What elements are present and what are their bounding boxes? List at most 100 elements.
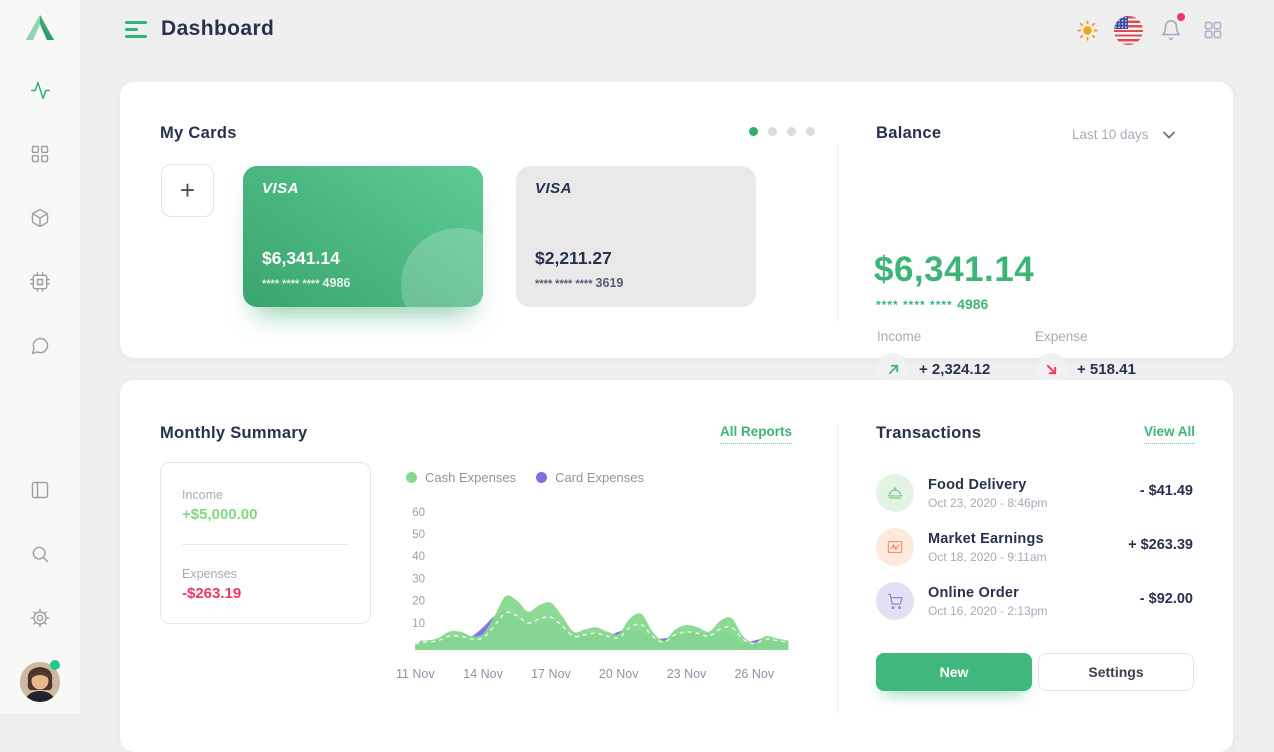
expense-value: + 518.41 <box>1077 361 1136 378</box>
balance-range-select[interactable]: Last 10 days <box>1072 127 1175 142</box>
summary-expenses-label: Expenses <box>182 567 237 581</box>
transaction-amount: - $92.00 <box>1140 591 1193 607</box>
market-earnings-badge <box>876 528 914 566</box>
gear-icon <box>30 608 50 628</box>
sidebar-item-products[interactable] <box>0 198 80 238</box>
svg-text:20: 20 <box>412 596 425 608</box>
transaction-row[interactable]: Online Order Oct 16, 2020 - 2:13pm - $92… <box>876 582 1193 626</box>
page-title: Dashboard <box>161 17 274 41</box>
pager-dot[interactable] <box>806 127 815 136</box>
app-logo[interactable] <box>24 12 56 44</box>
summary-box: Income +$5,000.00 Expenses -$263.19 <box>160 462 371 624</box>
summary-income-value: +$5,000.00 <box>182 506 258 523</box>
cards-balance-panel: My Cards + VISA $6,341.14 **** **** ****… <box>120 82 1233 358</box>
theme-toggle-button[interactable] <box>1076 19 1099 47</box>
sidebar-item-search[interactable] <box>0 534 80 574</box>
monthly-summary-title: Monthly Summary <box>160 424 308 443</box>
transaction-date: Oct 16, 2020 - 2:13pm <box>928 604 1047 618</box>
visa-logo: VISA <box>535 180 737 197</box>
transaction-row[interactable]: Food Delivery Oct 23, 2020 - 8:46pm - $4… <box>876 474 1193 518</box>
sidebar-item-system[interactable] <box>0 262 80 302</box>
summary-transactions-panel: Monthly Summary All Reports Income +$5,0… <box>120 380 1233 752</box>
svg-text:11 Nov: 11 Nov <box>396 667 435 681</box>
activity-icon <box>30 80 51 101</box>
transaction-name: Online Order <box>928 585 1019 601</box>
svg-text:20 Nov: 20 Nov <box>599 667 639 681</box>
notifications-button[interactable] <box>1160 19 1182 46</box>
grid-icon <box>30 144 50 164</box>
transaction-row[interactable]: Market Earnings Oct 18, 2020 - 9:11am + … <box>876 528 1193 572</box>
apps-button[interactable] <box>1203 20 1223 45</box>
transaction-date: Oct 23, 2020 - 8:46pm <box>928 496 1047 510</box>
sidebar-item-dashboard[interactable] <box>0 134 80 174</box>
search-icon <box>30 544 50 564</box>
panel-divider <box>837 144 838 322</box>
cpu-icon <box>30 272 50 292</box>
sidebar-item-messages[interactable] <box>0 326 80 366</box>
divider <box>182 544 349 545</box>
svg-text:14 Nov: 14 Nov <box>463 667 503 681</box>
card-balance: $2,211.27 <box>535 248 612 269</box>
range-label: Last 10 days <box>1072 127 1149 142</box>
pager-dot[interactable] <box>749 127 758 136</box>
svg-text:10: 10 <box>412 618 425 630</box>
online-order-badge <box>876 582 914 620</box>
balance-title: Balance <box>876 124 941 143</box>
visa-logo: VISA <box>262 180 464 197</box>
sidebar-item-settings[interactable] <box>0 598 80 638</box>
notification-dot <box>1177 13 1185 21</box>
svg-text:26 Nov: 26 Nov <box>734 667 774 681</box>
food-delivery-badge <box>876 474 914 512</box>
sidebar <box>0 0 80 714</box>
expense-label: Expense <box>1035 329 1088 344</box>
card-balance: $6,341.14 <box>262 248 340 269</box>
credit-card-primary[interactable]: VISA $6,341.14 **** **** **** 4986 <box>243 166 483 307</box>
balance-card-number: **** **** **** 4986 <box>876 296 988 314</box>
legend-cash-label: Cash Expenses <box>425 470 516 485</box>
income-value: + 2,324.12 <box>919 361 990 378</box>
transactions-title: Transactions <box>876 424 981 443</box>
bell-icon <box>1160 19 1182 41</box>
summary-income-label: Income <box>182 488 223 502</box>
settings-button[interactable]: Settings <box>1038 653 1194 691</box>
panel-divider <box>837 424 838 714</box>
transaction-name: Food Delivery <box>928 477 1027 493</box>
new-button[interactable]: New <box>876 653 1032 691</box>
pager-dot[interactable] <box>787 127 796 136</box>
chart-legend: Cash Expenses Card Expenses <box>406 470 644 485</box>
market-chart-icon <box>885 537 905 557</box>
menu-toggle-button[interactable] <box>125 21 147 39</box>
add-card-button[interactable]: + <box>161 164 214 217</box>
summary-expenses-value: -$263.19 <box>182 585 241 602</box>
package-icon <box>30 208 50 228</box>
my-cards-title: My Cards <box>160 124 237 143</box>
pager-dot[interactable] <box>768 127 777 136</box>
transaction-amount: + $263.39 <box>1128 537 1193 553</box>
expenses-area-chart: 605040302010011 Nov14 Nov17 Nov20 Nov23 … <box>395 492 807 688</box>
svg-text:17 Nov: 17 Nov <box>531 667 571 681</box>
card-number: **** **** **** 4986 <box>262 276 350 290</box>
cards-pager <box>749 127 815 136</box>
balance-amount: $6,341.14 <box>874 250 1034 290</box>
svg-text:23 Nov: 23 Nov <box>667 667 707 681</box>
layout-sidebar-icon <box>30 480 50 500</box>
menu-icon <box>125 21 147 24</box>
cash-expenses-dot <box>406 472 417 483</box>
view-all-link[interactable]: View All <box>1144 424 1195 444</box>
language-selector[interactable] <box>1114 16 1143 45</box>
card-number: **** **** **** 3619 <box>535 276 623 290</box>
transaction-date: Oct 18, 2020 - 9:11am <box>928 550 1047 564</box>
sun-icon <box>1076 19 1099 42</box>
all-reports-link[interactable]: All Reports <box>720 424 792 444</box>
income-label: Income <box>877 329 921 344</box>
chat-icon <box>30 336 50 356</box>
card-decor-circle <box>401 228 483 307</box>
sidebar-item-activity[interactable] <box>0 70 80 110</box>
sidebar-item-panels[interactable] <box>0 470 80 510</box>
transaction-name: Market Earnings <box>928 531 1044 547</box>
credit-card-secondary[interactable]: VISA $2,211.27 **** **** **** 3619 <box>516 166 756 307</box>
online-status-dot <box>50 660 60 670</box>
chevron-down-icon <box>1163 131 1175 139</box>
svg-text:50: 50 <box>412 529 425 541</box>
svg-text:30: 30 <box>412 573 425 585</box>
